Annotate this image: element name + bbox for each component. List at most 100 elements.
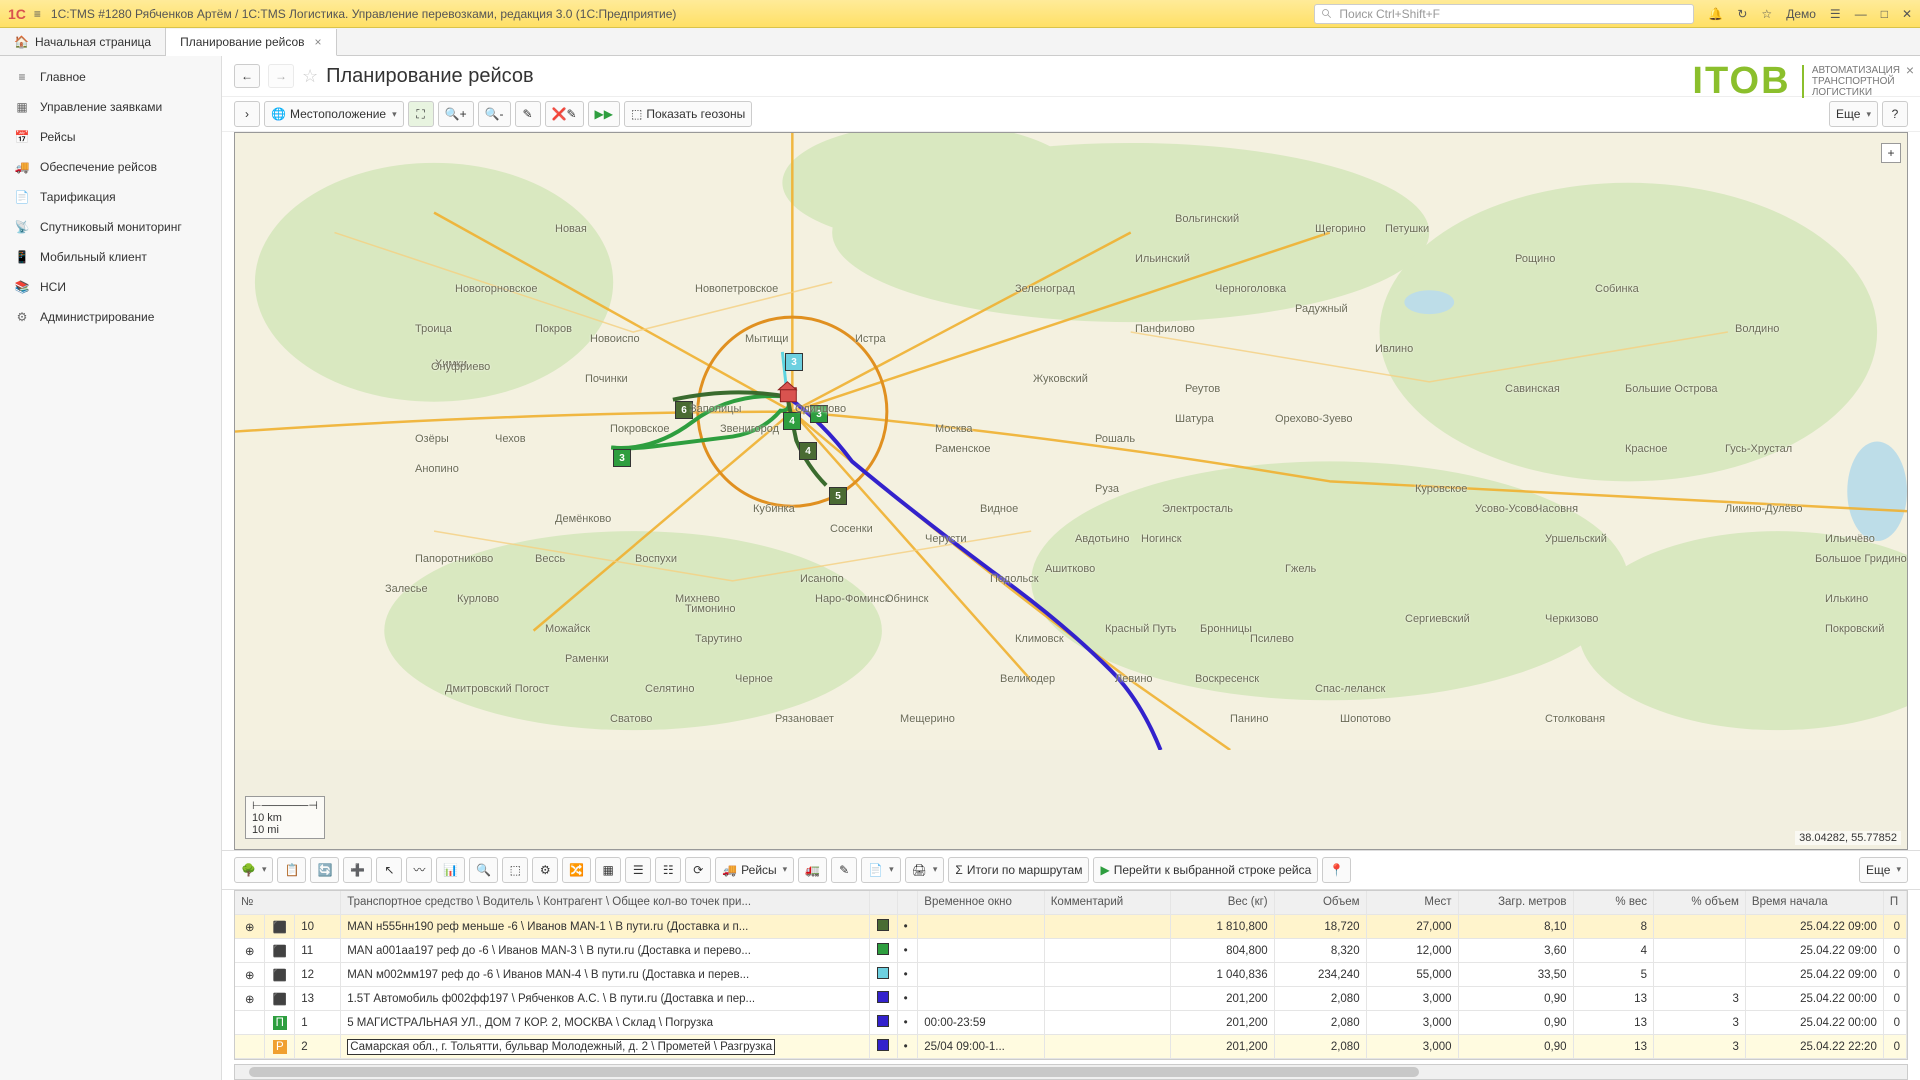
table-row[interactable]: П15 МАГИСТРАЛЬНАЯ УЛ., ДОМ 7 КОР. 2, МОС… bbox=[235, 1011, 1907, 1035]
tb-btn-11[interactable]: ▦ bbox=[595, 857, 621, 883]
grid-header[interactable]: Комментарий bbox=[1044, 891, 1170, 915]
fit-button[interactable]: ⛶ bbox=[408, 101, 434, 127]
geozones-button[interactable]: ⬚ Показать геозоны bbox=[624, 101, 752, 127]
goto-row-button[interactable]: ▶ Перейти к выбранной строке рейса bbox=[1093, 857, 1318, 883]
expand-button[interactable]: › bbox=[234, 101, 260, 127]
grid-header[interactable]: Объем bbox=[1274, 891, 1366, 915]
tb-btn-13[interactable]: ☷ bbox=[655, 857, 681, 883]
map-city-label: Бронницы bbox=[1200, 623, 1252, 635]
bell-icon[interactable]: 🔔 bbox=[1708, 7, 1723, 21]
history-icon[interactable]: ↻ bbox=[1737, 7, 1747, 21]
tb-btn-15[interactable]: 🚛 bbox=[798, 857, 827, 883]
tb-btn-8[interactable]: ⬚ bbox=[502, 857, 528, 883]
map-city-label: Красное bbox=[1625, 443, 1667, 455]
grid-header[interactable]: Транспортное средство \ Водитель \ Контр… bbox=[341, 891, 870, 915]
map-city-label: Можайск bbox=[545, 623, 590, 635]
sidebar-item-satellite[interactable]: 📡Спутниковый мониторинг bbox=[0, 212, 221, 242]
map-zoom-in[interactable]: + bbox=[1881, 143, 1901, 163]
map-marker[interactable]: 4 bbox=[799, 442, 817, 460]
settings-icon[interactable]: ☰ bbox=[1830, 7, 1841, 21]
grid-header[interactable]: П bbox=[1883, 891, 1906, 915]
map-city-label: Воспухи bbox=[635, 553, 677, 565]
sidebar-item-admin[interactable]: ⚙Администрирование bbox=[0, 302, 221, 332]
routes-dropdown[interactable]: 🚚 Рейсы bbox=[715, 857, 794, 883]
map-city-label: Заполицы bbox=[690, 403, 741, 415]
play-button[interactable]: ▶▶ bbox=[588, 101, 620, 127]
tb-btn-3[interactable]: ➕ bbox=[343, 857, 372, 883]
refresh-button[interactable]: ⟳ bbox=[685, 857, 711, 883]
table-row[interactable]: ⊕⬛12MAN м002мм197 реф до -6 \ Иванов MAN… bbox=[235, 963, 1907, 987]
sidebar-item-main[interactable]: ≡Главное bbox=[0, 62, 221, 92]
erase-button[interactable]: ❌✎ bbox=[545, 101, 584, 127]
grid-header[interactable]: Время начала bbox=[1745, 891, 1883, 915]
routes-grid[interactable]: №Транспортное средство \ Водитель \ Конт… bbox=[234, 890, 1908, 1061]
tb-btn-16[interactable]: ✎ bbox=[831, 857, 857, 883]
forward-button[interactable]: → bbox=[268, 64, 294, 88]
tab-home[interactable]: 🏠 Начальная страница bbox=[0, 28, 166, 55]
tb-btn-10[interactable]: 🔀 bbox=[562, 857, 591, 883]
map-city-label: Анопино bbox=[415, 463, 459, 475]
grid-header[interactable]: % вес bbox=[1573, 891, 1653, 915]
tb-btn-5[interactable]: 〰 bbox=[406, 857, 432, 883]
table-row[interactable]: ⊕⬛10MAN н555нн190 реф меньше -6 \ Иванов… bbox=[235, 915, 1907, 939]
pencil-button[interactable]: ✎ bbox=[515, 101, 541, 127]
tb-btn-2[interactable]: 🔄 bbox=[310, 857, 339, 883]
tree-button[interactable]: 🌳 bbox=[234, 857, 273, 883]
grid-header[interactable]: № bbox=[235, 891, 341, 915]
table-row[interactable]: Р2Самарская обл., г. Тольятти, бульвар М… bbox=[235, 1035, 1907, 1059]
close-window-button[interactable]: ✕ bbox=[1902, 7, 1912, 21]
horizontal-scrollbar[interactable] bbox=[234, 1064, 1908, 1080]
tb-btn-9[interactable]: ⚙ bbox=[532, 857, 558, 883]
location-dropdown[interactable]: 🌐 Местоположение bbox=[264, 101, 404, 127]
tb-btn-17[interactable]: 📄 bbox=[861, 857, 900, 883]
grid-header[interactable]: % объем bbox=[1653, 891, 1745, 915]
tb-btn-12[interactable]: ☰ bbox=[625, 857, 651, 883]
close-tab-icon[interactable]: × bbox=[315, 35, 322, 49]
help-button[interactable]: ? bbox=[1882, 101, 1908, 127]
sidebar-item-nsi[interactable]: 📚НСИ bbox=[0, 272, 221, 302]
map-city-label: Звенигород bbox=[720, 423, 779, 435]
map-city-label: Илькино bbox=[1825, 593, 1868, 605]
zoom-in-button[interactable]: 🔍+ bbox=[438, 101, 474, 127]
menu-icon[interactable]: ≡ bbox=[34, 7, 41, 21]
favorite-star-icon[interactable]: ☆ bbox=[302, 66, 318, 87]
sidebar-item-tariff[interactable]: 📄Тарификация bbox=[0, 182, 221, 212]
grid-header[interactable]: Загр. метров bbox=[1458, 891, 1573, 915]
sidebar-item-routes[interactable]: 📅Рейсы bbox=[0, 122, 221, 152]
map-marker[interactable]: 3 bbox=[785, 353, 803, 371]
tb-btn-6[interactable]: 📊 bbox=[436, 857, 465, 883]
close-form-button[interactable]: × bbox=[1906, 62, 1914, 78]
map-city-label: Савинская bbox=[1505, 383, 1560, 395]
tb-btn-1[interactable]: 📋 bbox=[277, 857, 306, 883]
back-button[interactable]: ← bbox=[234, 64, 260, 88]
grid-header[interactable]: Мест bbox=[1366, 891, 1458, 915]
tb-btn-20[interactable]: 📍 bbox=[1322, 857, 1351, 883]
grid-header[interactable] bbox=[870, 891, 898, 915]
map-marker[interactable]: 3 bbox=[613, 449, 631, 467]
grid-header[interactable] bbox=[897, 891, 918, 915]
star-icon[interactable]: ☆ bbox=[1761, 7, 1772, 21]
map-marker[interactable]: 5 bbox=[829, 487, 847, 505]
minimize-button[interactable]: — bbox=[1855, 7, 1867, 21]
table-row[interactable]: ⊕⬛131.5Т Автомобиль ф002фф197 \ Рябченко… bbox=[235, 987, 1907, 1011]
more-button[interactable]: Еще bbox=[1829, 101, 1878, 127]
sidebar-item-provision[interactable]: 🚚Обеспечение рейсов bbox=[0, 152, 221, 182]
global-search-input[interactable]: Поиск Ctrl+Shift+F bbox=[1314, 4, 1694, 24]
tab-route-planning[interactable]: Планирование рейсов × bbox=[166, 29, 336, 56]
map-city-label: Сергиевский bbox=[1405, 613, 1470, 625]
grid-header[interactable]: Временное окно bbox=[918, 891, 1044, 915]
map-canvas[interactable]: 3643435 НоваяВольгинскийНовогорновскоеНо… bbox=[234, 132, 1908, 850]
maximize-button[interactable]: □ bbox=[1881, 7, 1888, 21]
tb-btn-4[interactable]: ↖ bbox=[376, 857, 402, 883]
zoom-out-button[interactable]: 🔍- bbox=[478, 101, 511, 127]
map-city-label: Демёнково bbox=[555, 513, 611, 525]
summary-button[interactable]: Σ Итоги по маршрутам bbox=[948, 857, 1089, 883]
tb-btn-7[interactable]: 🔍 bbox=[469, 857, 498, 883]
map-city-label: Раменское bbox=[935, 443, 991, 455]
grid-more-button[interactable]: Еще bbox=[1859, 857, 1908, 883]
grid-header[interactable]: Вес (кг) bbox=[1171, 891, 1274, 915]
print-button[interactable]: 🖨 bbox=[905, 857, 945, 883]
sidebar-item-mobile[interactable]: 📱Мобильный клиент bbox=[0, 242, 221, 272]
sidebar-item-orders[interactable]: ▦Управление заявками bbox=[0, 92, 221, 122]
table-row[interactable]: ⊕⬛11MAN а001аа197 реф до -6 \ Иванов MAN… bbox=[235, 939, 1907, 963]
